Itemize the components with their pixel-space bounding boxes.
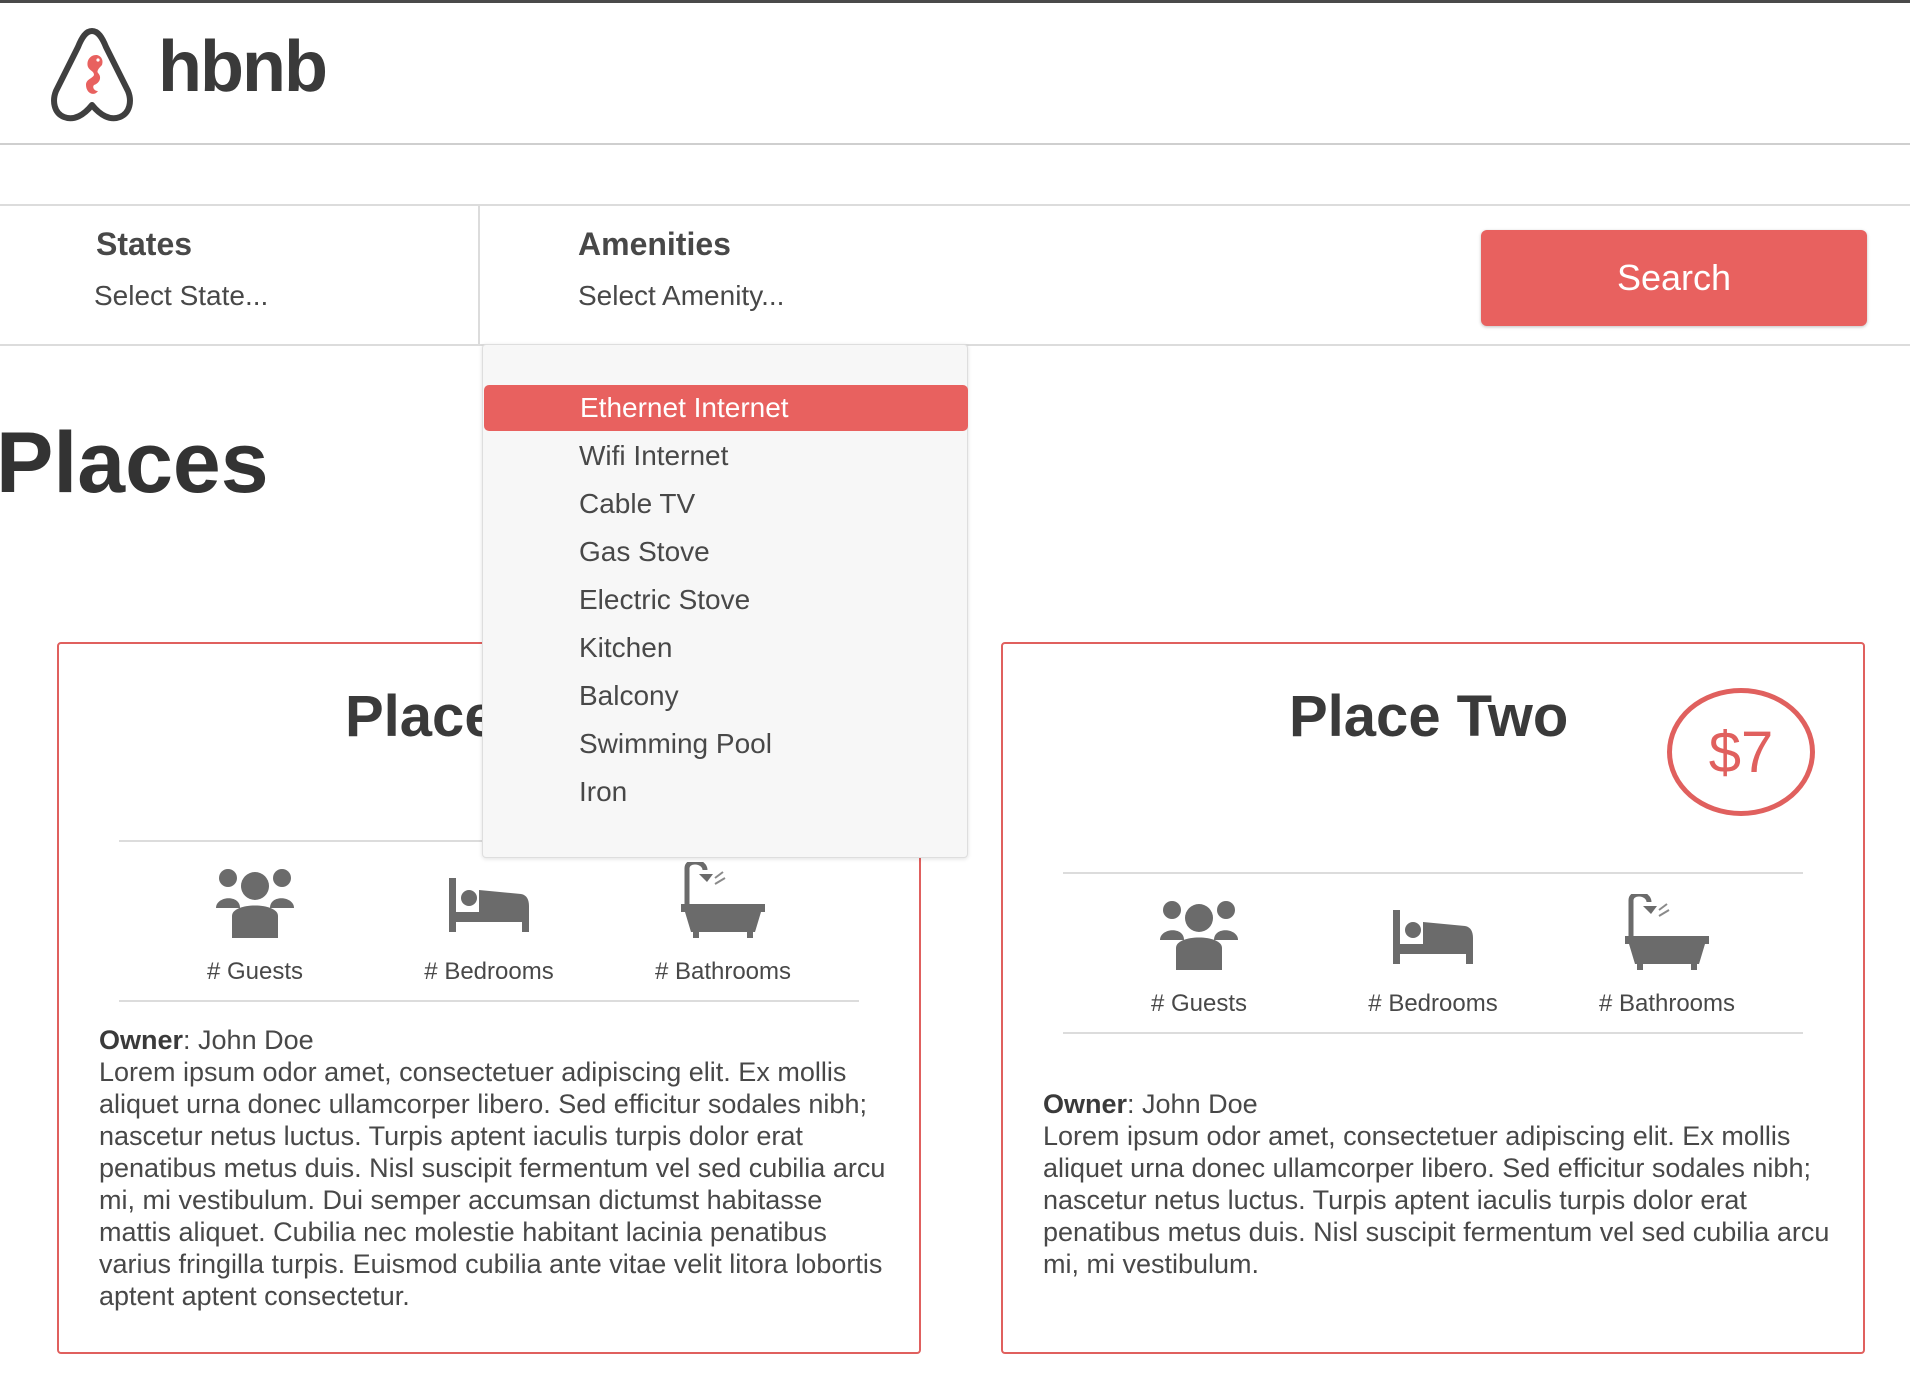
owner-label: Owner [1043,1089,1128,1119]
bed-icon [1343,894,1523,970]
place-info: # Guests # Bedrooms # Bathrooms [119,840,859,1002]
amenity-option-balcony[interactable]: Balcony [483,673,967,719]
guests-label: # Guests [206,958,304,985]
bathrooms-info: # Bathrooms [1577,894,1757,1018]
bathtub-icon [633,862,813,938]
bed-icon [399,862,579,938]
amenity-option-ethernet-internet[interactable]: Ethernet Internet [484,385,968,431]
amenity-option-kitchen[interactable]: Kitchen [483,625,967,671]
owner-name: : John Doe [183,1025,314,1055]
bedrooms-label: # Bedrooms [424,958,554,985]
bathrooms-label: # Bathrooms [1598,990,1736,1017]
amenity-option-iron[interactable]: Iron [483,769,967,815]
bathrooms-info: # Bathrooms [633,862,813,986]
place-description: Owner: John Doe Lorem ipsum odor amet, c… [1043,1088,1833,1280]
amenity-option-swimming-pool[interactable]: Swimming Pool [483,721,967,767]
amenity-option-electric-stove[interactable]: Electric Stove [483,577,967,623]
page-title: Places [0,415,269,511]
seahorse-logo-icon[interactable] [46,25,138,123]
bathrooms-label: # Bathrooms [654,958,792,985]
guests-label: # Guests [1150,990,1248,1017]
site-header: hbnb [0,3,1910,145]
owner-name: : John Doe [1127,1089,1258,1119]
place-description: Owner: John Doe Lorem ipsum odor amet, c… [99,1024,889,1312]
amenities-dropdown[interactable]: Ethernet Internet Wifi Internet Cable TV… [482,344,968,858]
amenity-option-gas-stove[interactable]: Gas Stove [483,529,967,575]
filters-bar: States Select State... Amenities Select … [0,204,1910,346]
place-info: # Guests # Bedrooms # Bathrooms [1063,872,1803,1034]
states-placeholder[interactable]: Select State... [94,280,268,312]
bathtub-icon [1577,894,1757,970]
description-text: Lorem ipsum odor amet, consectetuer adip… [99,1057,886,1311]
states-title: States [96,226,193,262]
place-title: Place Two [1289,684,1569,749]
amenities-filter[interactable]: Amenities Select Amenity... [482,206,1382,344]
amenities-title: Amenities [578,226,731,262]
description-text: Lorem ipsum odor amet, consectetuer adip… [1043,1121,1830,1279]
amenities-placeholder[interactable]: Select Amenity... [578,280,784,312]
price-badge: $7 [1667,688,1815,816]
bedrooms-info: # Bedrooms [1343,894,1523,1018]
place-card-two: Place Two $7 # Guests # Bedrooms # Bathr… [1001,642,1865,1354]
bedrooms-label: # Bedrooms [1368,990,1498,1017]
amenity-option-cable-tv[interactable]: Cable TV [483,481,967,527]
amenity-option-wifi-internet[interactable]: Wifi Internet [483,433,967,479]
brand-name[interactable]: hbnb [158,31,328,103]
owner-label: Owner [99,1025,184,1055]
guests-icon [165,862,345,938]
guests-info: # Guests [165,862,345,986]
search-button[interactable]: Search [1481,230,1867,326]
guests-info: # Guests [1109,894,1289,1018]
states-filter[interactable]: States Select State... [0,206,480,344]
guests-icon [1109,894,1289,970]
bedrooms-info: # Bedrooms [399,862,579,986]
